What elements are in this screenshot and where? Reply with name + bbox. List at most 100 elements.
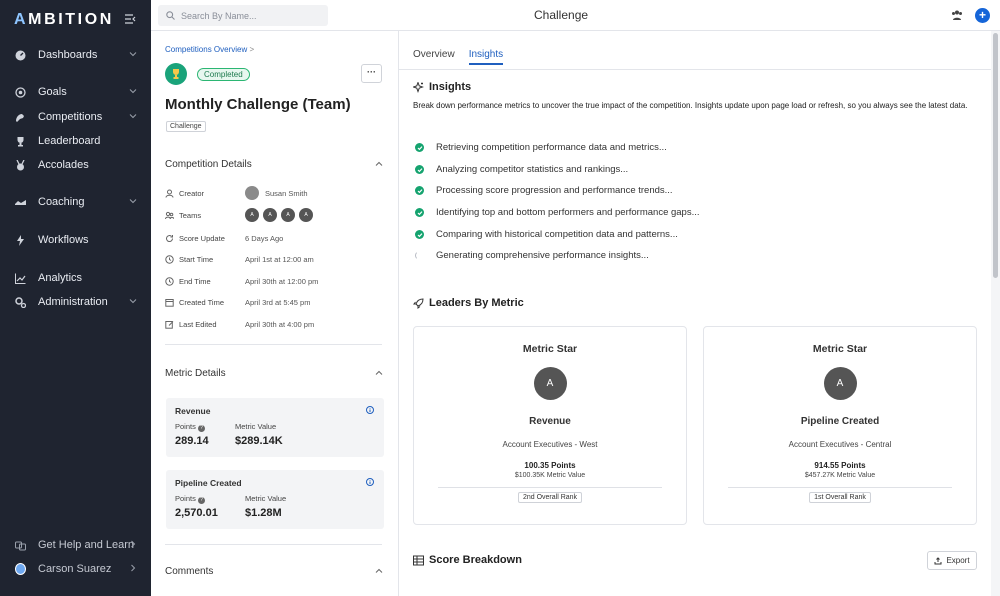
rank-badge: 2nd Overall Rank (517, 492, 583, 503)
more-options-button[interactable]: ··· (361, 64, 382, 83)
points-label: Points ? (175, 494, 245, 504)
avatar (15, 563, 26, 575)
team-avatar[interactable]: A (245, 208, 259, 222)
chevron-down-icon (129, 89, 137, 94)
target-icon (15, 86, 26, 98)
check-icon (415, 208, 424, 217)
chevron-right-icon (131, 564, 136, 572)
competitions-icon (15, 112, 26, 123)
check-icon (415, 165, 424, 174)
detail-value: April 1st at 12:00 am (245, 254, 314, 264)
avatar: A (533, 367, 567, 400)
chevron-down-icon (129, 199, 137, 204)
help-label: Get Help and Learn (38, 539, 135, 551)
sidebar-item-label: Analytics (38, 272, 83, 284)
search-input[interactable]: Search By Name... (158, 5, 328, 26)
scrollbar[interactable] (991, 31, 1000, 596)
info-icon[interactable] (366, 478, 374, 486)
metric-value-label: Metric Value (235, 422, 277, 431)
detail-value: April 3rd at 5:45 pm (245, 297, 311, 307)
rocket-icon (413, 297, 424, 309)
leaders-title: Leaders By Metric (413, 297, 524, 309)
score-breakdown-title: Score Breakdown (413, 554, 522, 566)
leader-metric: Revenue (529, 416, 571, 427)
leader-metric: Pipeline Created (800, 416, 880, 427)
check-icon (415, 186, 424, 195)
insights-panel: Overview Insights Insights Break down pe… (399, 31, 991, 596)
ambition-logo[interactable]: AMBITION (14, 11, 114, 29)
insights-title: Insights (413, 81, 471, 93)
insight-step: Analyzing competitor statistics and rank… (415, 164, 628, 175)
people-icon[interactable] (951, 9, 963, 21)
medal-icon (15, 159, 26, 171)
chevron-up-icon[interactable] (375, 369, 383, 377)
chevron-up-icon[interactable] (375, 567, 383, 575)
detail-value: Susan Smith (265, 188, 308, 198)
breadcrumb[interactable]: Competitions Overview > (165, 45, 254, 54)
detail-value: April 30th at 4:00 pm (245, 319, 315, 329)
competition-type-tag: Challenge (166, 121, 206, 132)
detail-label: Last Edited (179, 319, 217, 329)
competition-details-panel: Competitions Overview > Completed ··· Mo… (151, 31, 399, 596)
help-icon: ? (197, 497, 205, 504)
insight-step: Processing score progression and perform… (415, 185, 673, 196)
divider (165, 544, 382, 545)
detail-label: Start Time (179, 254, 214, 264)
sidebar-item-workflows[interactable]: Workflows (0, 229, 151, 251)
add-button[interactable]: + (975, 8, 990, 23)
sidebar-item-administration[interactable]: Administration (0, 291, 151, 313)
sidebar-item-coaching[interactable]: Coaching (0, 191, 151, 213)
tab-insights[interactable]: Insights (468, 49, 504, 65)
collapse-sidebar-icon[interactable] (125, 14, 137, 24)
clock-icon (165, 254, 174, 264)
scrollbar-thumb[interactable] (993, 33, 998, 278)
metric-value-label: Metric Value (245, 494, 287, 503)
leader-team: Account Executives - West (502, 440, 598, 449)
table-icon (413, 555, 424, 565)
sidebar-item-analytics[interactable]: Analytics (0, 267, 151, 289)
sidebar-item-label: Administration (38, 296, 108, 308)
sidebar-item-leaderboard[interactable]: Leaderboard (0, 130, 151, 152)
detail-last-edited: Last Edited April 30th at 4:00 pm (165, 317, 385, 331)
detail-label: Teams (179, 210, 202, 220)
metric-value: $289.14K (235, 435, 283, 447)
tab-overview[interactable]: Overview (413, 49, 455, 65)
metric-name: Revenue (175, 406, 211, 416)
leader-card-title: Metric Star (522, 343, 578, 355)
sidebar-item-label: Workflows (38, 234, 89, 246)
competition-trophy-icon (165, 63, 187, 85)
info-icon[interactable] (366, 406, 374, 414)
metric-card-revenue: Revenue Points ? Metric Value 289.14 $28… (166, 398, 384, 457)
leader-points: 914.55 Points (814, 461, 866, 470)
detail-start-time: Start Time April 1st at 12:00 am (165, 252, 385, 266)
chevron-up-icon[interactable] (375, 160, 383, 168)
settings-icon (15, 296, 26, 308)
team-avatar[interactable]: A (281, 208, 295, 222)
leader-metric-value: $100.35K Metric Value (514, 472, 586, 479)
sidebar-item-goals[interactable]: Goals (0, 81, 151, 103)
insight-step: Generating comprehensive performance ins… (415, 250, 649, 261)
edit-icon (165, 320, 174, 329)
team-avatar[interactable]: A (299, 208, 313, 222)
coaching-icon (15, 197, 26, 208)
sidebar-item-dashboards[interactable]: Dashboards (0, 44, 151, 66)
comments-header: Comments (165, 566, 214, 577)
detail-value: 6 Days Ago (245, 233, 284, 243)
refresh-icon (165, 234, 174, 243)
export-button[interactable]: Export (927, 551, 977, 570)
user-menu[interactable]: Carson Suarez (0, 558, 151, 580)
team-avatar[interactable]: A (263, 208, 277, 222)
sidebar-item-label: Competitions (38, 111, 103, 123)
metric-value: $1.28M (245, 507, 282, 519)
sidebar-item-accolades[interactable]: Accolades (0, 154, 151, 176)
chevron-down-icon (129, 52, 137, 57)
get-help-link[interactable]: Get Help and Learn (0, 534, 151, 556)
status-badge: Completed (197, 68, 250, 81)
sidebar-item-competitions[interactable]: Competitions (0, 106, 151, 128)
leader-team: Account Executives - Central (788, 440, 892, 449)
leader-card-pipeline[interactable]: Metric Star A Pipeline Created Account E… (703, 326, 977, 525)
leader-card-revenue[interactable]: Metric Star A Revenue Account Executives… (413, 326, 687, 525)
insights-description: Break down performance metrics to uncove… (413, 101, 968, 110)
chart-icon (15, 273, 26, 284)
detail-created-time: Created Time April 3rd at 5:45 pm (165, 295, 385, 309)
